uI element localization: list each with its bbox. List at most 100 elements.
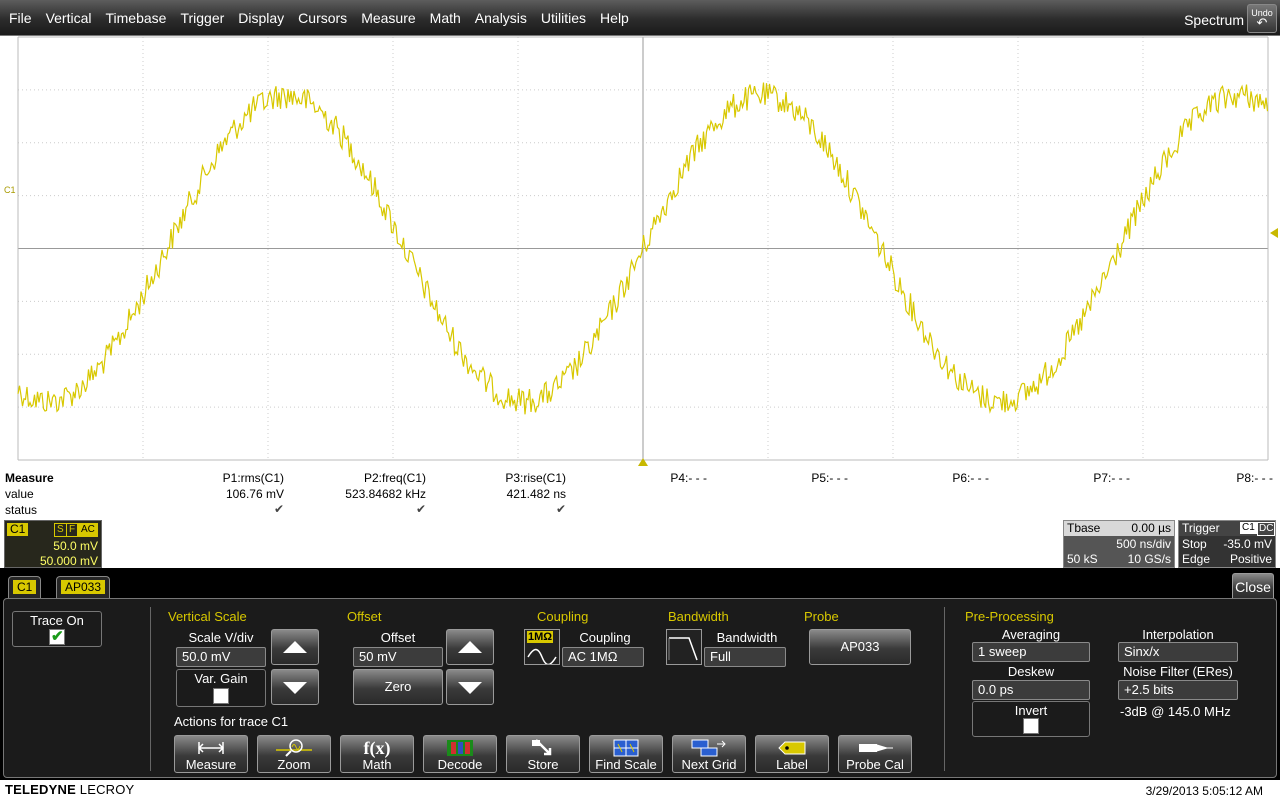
menu-display[interactable]: Display (231, 0, 291, 36)
arrow-up-icon (283, 641, 307, 653)
trigger-time-marker[interactable] (638, 458, 648, 466)
vertical-scale-section: Vertical Scale (168, 609, 247, 624)
timebase-delay: 0.00 µs (1131, 521, 1171, 535)
menu-cursors[interactable]: Cursors (291, 0, 354, 36)
action-label-label: Label (776, 757, 808, 772)
action-find-scale-button[interactable]: Find Scale (589, 735, 663, 773)
param-name-p5[interactable]: P5:- - - (708, 471, 848, 485)
invert-label: Invert (1014, 703, 1048, 718)
menu-analysis[interactable]: Analysis (468, 0, 534, 36)
menu-help[interactable]: Help (593, 0, 636, 36)
param-name-p1[interactable]: P1:rms(C1) (144, 471, 284, 485)
param-value-p2: 523.84682 kHz (345, 487, 426, 501)
param-name-p7[interactable]: P7:- - - (990, 471, 1130, 485)
action-probe-cal-button[interactable]: Probe Cal (838, 735, 912, 773)
interpolation-field[interactable]: Sinx/x (1118, 642, 1238, 662)
scale-down-button[interactable] (271, 669, 319, 705)
param-name-p4[interactable]: P4:- - - (567, 471, 707, 485)
trigger-title: Trigger (1182, 521, 1220, 535)
scale-vdiv-field[interactable]: 50.0 mV (176, 647, 266, 667)
action-decode-button[interactable]: Decode (423, 735, 497, 773)
preprocessing-section: Pre-Processing (965, 609, 1054, 624)
param-name-p2[interactable]: P2:freq(C1) (286, 471, 426, 485)
trace-on-group[interactable]: Trace On ✔ (12, 611, 102, 647)
c1-scale: 50.0 mV (53, 539, 98, 553)
var-gain-group[interactable]: Var. Gain (176, 669, 266, 707)
coupling-section: Coupling (537, 609, 589, 624)
timebase-descriptor[interactable]: Tbase 0.00 µs 500 ns/div 50 kS 10 GS/s (1063, 520, 1175, 568)
trigger-mode: Stop (1182, 537, 1207, 551)
averaging-label: Averaging (1001, 627, 1061, 642)
store-icon (532, 739, 552, 756)
offset-down-button[interactable] (446, 669, 494, 705)
c1-offset: 50.000 mV (39, 554, 98, 568)
probe-button[interactable]: AP033 (809, 629, 911, 665)
measure-table: Measure value status P1:rms(C1) 106.76 m… (0, 468, 1280, 520)
menu-timebase[interactable]: Timebase (98, 0, 173, 36)
param-name-p3[interactable]: P3:rise(C1) (426, 471, 566, 485)
menu-vertical[interactable]: Vertical (39, 0, 99, 36)
action-math-button[interactable]: f(x) Math (340, 735, 414, 773)
tab-c1-label: C1 (13, 580, 37, 594)
deskew-field[interactable]: 0.0 ps (972, 680, 1090, 700)
trace-on-checkbox[interactable]: ✔ (49, 628, 65, 645)
menu-bar: File Vertical Timebase Trigger Display C… (0, 0, 1280, 36)
bandwidth-section: Bandwidth (668, 609, 729, 624)
noise-filter-field[interactable]: +2.5 bits (1118, 680, 1238, 700)
action-measure-button[interactable]: Measure (174, 735, 248, 773)
menu-trigger[interactable]: Trigger (173, 0, 231, 36)
undo-button[interactable]: Undo ↶ (1247, 4, 1277, 33)
trigger-level: -35.0 mV (1223, 537, 1272, 551)
trigger-level-marker[interactable] (1270, 228, 1278, 238)
brand-bold: TELEDYNE (5, 782, 76, 797)
action-store-button[interactable]: Store (506, 735, 580, 773)
param-name-p8[interactable]: P8:- - - (1133, 471, 1273, 485)
invert-checkbox[interactable] (1023, 718, 1039, 734)
c1-ground-marker[interactable]: C1 (4, 185, 16, 195)
probe-section: Probe (804, 609, 839, 624)
trigger-coupling: DC (1257, 522, 1276, 536)
interpolation-label: Interpolation (1142, 627, 1214, 642)
arrow-up-icon (458, 641, 482, 653)
timebase-rate: 10 GS/s (1127, 552, 1171, 566)
c1-descriptor[interactable]: C1 S F AC 50.0 mV 50.000 mV (4, 520, 102, 568)
zero-button[interactable]: Zero (353, 669, 443, 705)
checkmark-icon: ✔ (51, 628, 64, 645)
tab-c1[interactable]: C1 (8, 576, 42, 598)
measure-row-value: value (5, 487, 34, 501)
c1-flag-ac: AC (78, 523, 98, 537)
offset-label: Offset (380, 630, 416, 645)
divider-right (944, 607, 945, 771)
action-decode-label: Decode (437, 757, 483, 772)
param-name-p6[interactable]: P6:- - - (849, 471, 989, 485)
invert-group[interactable]: Invert (972, 701, 1090, 737)
offset-field[interactable]: 50 mV (353, 647, 443, 667)
coupling-field[interactable]: AC 1MΩ (562, 647, 644, 667)
decode-icon (447, 740, 473, 756)
var-gain-checkbox[interactable] (213, 688, 229, 704)
spectrum-button[interactable]: Spectrum (1184, 12, 1244, 28)
coupling-icon: 1MΩ (524, 629, 560, 665)
close-button[interactable]: Close (1232, 573, 1274, 601)
brand-logo: TELEDYNE LECROY (5, 782, 134, 797)
scale-up-button[interactable] (271, 629, 319, 665)
action-next-grid-button[interactable]: Next Grid (672, 735, 746, 773)
averaging-field[interactable]: 1 sweep (972, 642, 1090, 662)
menu-file[interactable]: File (2, 0, 39, 36)
undo-icon: ↶ (1256, 15, 1268, 30)
param-value-p1: 106.76 mV (225, 487, 284, 501)
deskew-label: Deskew (1007, 664, 1055, 679)
menu-math[interactable]: Math (423, 0, 468, 36)
trigger-descriptor[interactable]: Trigger C1 DC Stop -35.0 mV Edge Positiv… (1178, 520, 1276, 568)
action-label-button[interactable]: Label (755, 735, 829, 773)
tab-ap033[interactable]: AP033 (56, 576, 111, 598)
menu-measure[interactable]: Measure (354, 0, 422, 36)
offset-up-button[interactable] (446, 629, 494, 665)
action-zoom-button[interactable]: Zoom (257, 735, 331, 773)
bandwidth-field[interactable]: Full (704, 647, 786, 667)
waveform-grid[interactable]: C1 (0, 36, 1280, 468)
arrow-down-icon (283, 682, 307, 694)
divider-left (150, 607, 151, 771)
menu-utilities[interactable]: Utilities (534, 0, 593, 36)
datetime: 3/29/2013 5:05:12 AM (1145, 784, 1263, 798)
